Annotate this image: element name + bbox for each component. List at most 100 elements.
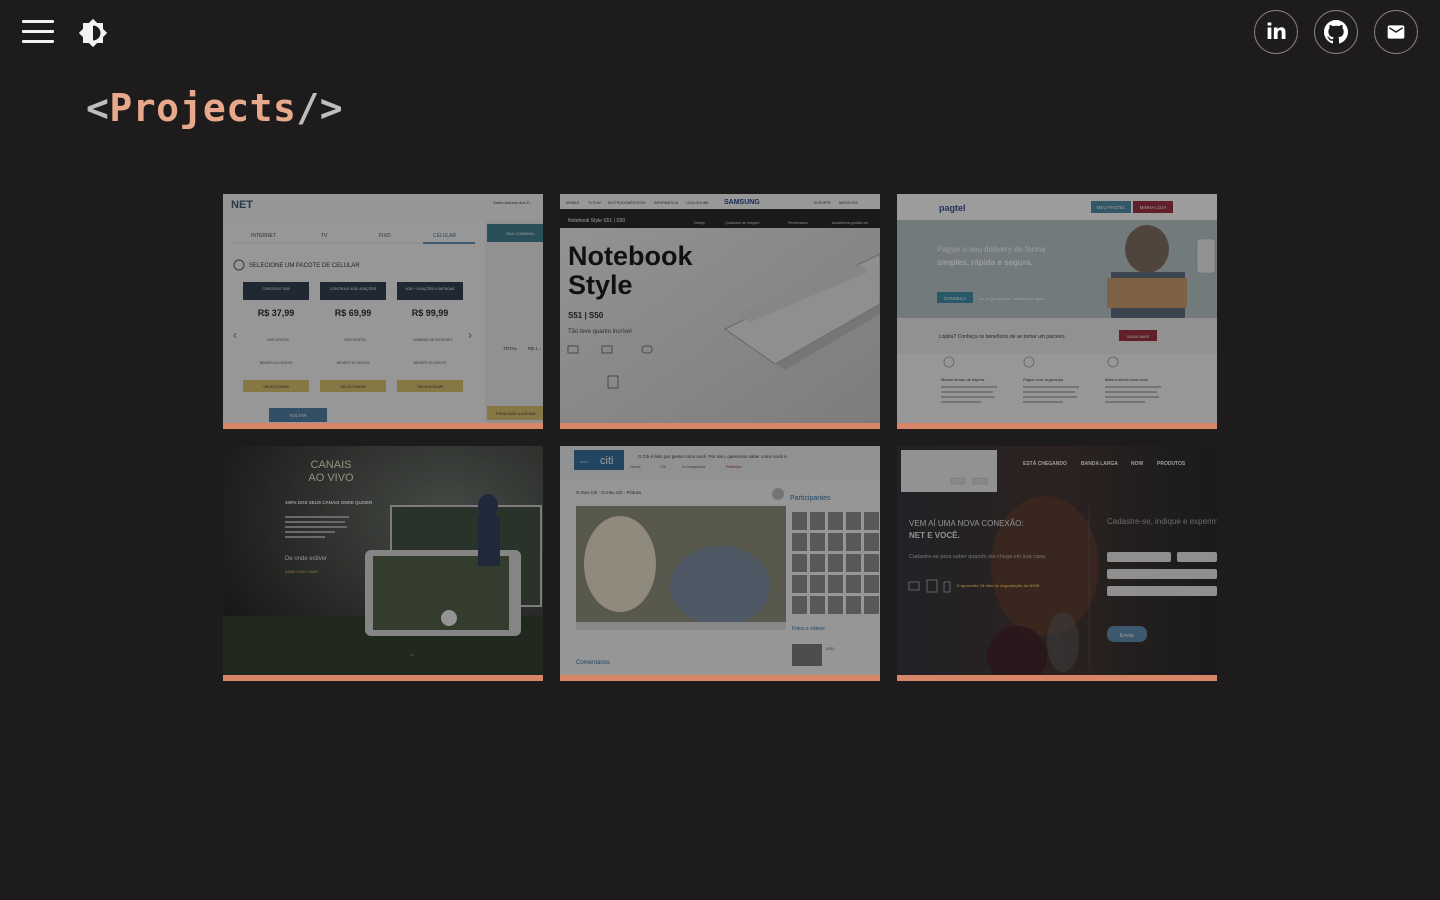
- card-accent-bar: [223, 675, 543, 681]
- svg-text:Pague com segurança: Pague com segurança: [1023, 377, 1064, 382]
- project-card-pagtel[interactable]: pagtel MEU PAGTEL MINHA LOJA Pague o seu…: [897, 194, 1217, 429]
- svg-text:R$ 99,99: R$ 99,99: [412, 308, 449, 318]
- linkedin-button[interactable]: in: [1254, 10, 1298, 54]
- svg-text:FIXO: FIXO: [379, 233, 391, 239]
- svg-text:CONHEÇA: CONHEÇA: [944, 296, 967, 301]
- svg-text:ou, se já conhece, cadastre-se: ou, se já conhece, cadastre-se agora.: [979, 296, 1046, 301]
- svg-text:NOW: NOW: [1131, 461, 1144, 467]
- svg-text:Performance: Performance: [788, 221, 808, 225]
- email-button[interactable]: [1374, 10, 1418, 54]
- svg-text:Assistência gratuita em: Assistência gratuita em: [832, 221, 868, 225]
- title-open-bracket: <: [86, 86, 110, 130]
- svg-text:Enviar: Enviar: [1120, 633, 1135, 639]
- svg-text:Cadastre-se, indique e experim: Cadastre-se, indique e experim...: [1107, 517, 1217, 526]
- svg-text:Menos tempo de espera: Menos tempo de espera: [941, 377, 985, 382]
- svg-text:De onde estiver: De onde estiver: [285, 556, 327, 562]
- project-screenshot: meu citi O Citi é feito por gente como v…: [560, 446, 880, 675]
- svg-text:ELETRODOMÉSTICOS: ELETRODOMÉSTICOS: [608, 200, 646, 205]
- svg-text:citi: citi: [600, 455, 613, 467]
- github-button[interactable]: [1314, 10, 1358, 54]
- svg-text:100% DOS SEUS CANAIS ONDE QUIS: 100% DOS SEUS CANAIS ONDE QUISER: [285, 500, 373, 505]
- svg-text:BENEFÍCIO GRÁTIS: BENEFÍCIO GRÁTIS: [337, 361, 371, 365]
- svg-text:WIFI GRÁTIS: WIFI GRÁTIS: [344, 338, 366, 342]
- svg-text:BANDA LARGA: BANDA LARGA: [1081, 461, 1118, 467]
- svg-text:FINALIZAR A ASSINA...: FINALIZAR A ASSINA...: [496, 411, 539, 416]
- project-screenshot: CANAIS AO VIVO 100% DOS SEUS CANAIS ONDE…: [223, 446, 543, 675]
- project-card-canais-ao-vivo[interactable]: CANAIS AO VIVO 100% DOS SEUS CANAIS ONDE…: [223, 446, 543, 681]
- svg-text:Comentários: Comentários: [576, 660, 610, 666]
- svg-text:SUA COMBINA...: SUA COMBINA...: [506, 231, 537, 236]
- svg-text:SAIBA MAIS: SAIBA MAIS: [1127, 334, 1150, 339]
- svg-text:simples, rápida e segura.: simples, rápida e segura.: [937, 258, 1033, 267]
- project-screenshot: ESTÁ CHEGANDO BANDA LARGA NOW PRODUTOS V…: [897, 446, 1217, 675]
- svg-text:A Campanha: A Campanha: [682, 464, 706, 469]
- svg-text:meu: meu: [580, 459, 588, 464]
- svg-text:R$ 37,99: R$ 37,99: [258, 308, 295, 318]
- svg-text:Design: Design: [694, 221, 705, 225]
- svg-text:R$ 69,99: R$ 69,99: [335, 308, 372, 318]
- svg-text:E aproveite 15 dias de degusta: E aproveite 15 dias de degustação do NOW: [957, 583, 1039, 588]
- project-card-net-celular[interactable]: NET Santo Antonio dos P... INTERNET TV F…: [223, 194, 543, 429]
- svg-text:SELECIONAR: SELECIONAR: [263, 384, 289, 389]
- svg-text:›: ›: [468, 328, 472, 342]
- svg-text:SUPORTE: SUPORTE: [814, 201, 832, 205]
- svg-text:SELECIONE UM PACOTE DE CELULAR: SELECIONE UM PACOTE DE CELULAR: [249, 263, 360, 269]
- svg-text:BENEFÍCIO GRÁTIS: BENEFÍCIO GRÁTIS: [414, 361, 448, 365]
- svg-text:TV E AV: TV E AV: [588, 201, 602, 205]
- card-accent-bar: [560, 423, 880, 429]
- project-screenshot: MOBILE TV E AV ELETRODOMÉSTICOS INFORMÁT…: [560, 194, 880, 423]
- svg-text:Mais conforto para você: Mais conforto para você: [1105, 377, 1148, 382]
- svg-text:TV: TV: [321, 233, 328, 239]
- svg-text:CONTROLE 3GB: CONTROLE 3GB: [262, 287, 290, 291]
- menu-button[interactable]: [20, 18, 56, 46]
- svg-text:SELECIONAR: SELECIONAR: [417, 384, 443, 389]
- svg-text:MOBILE: MOBILE: [566, 201, 580, 205]
- svg-text:NEGÓCIOS: NEGÓCIOS: [839, 200, 859, 205]
- svg-text:O Citi é feito por gente como: O Citi é feito por gente como você. Por …: [638, 454, 788, 459]
- svg-text:Citi: Citi: [660, 464, 666, 469]
- brightness-contrast-icon: [78, 18, 108, 48]
- svg-text:pagtel: pagtel: [939, 203, 966, 213]
- svg-text:MEU PAGTEL: MEU PAGTEL: [1097, 205, 1126, 210]
- svg-text:AO VIVO: AO VIVO: [308, 472, 354, 484]
- svg-text:Fotos e vídeos: Fotos e vídeos: [792, 626, 825, 632]
- svg-text:Lojista? Conheça os benefícios: Lojista? Conheça os benefícios de se tor…: [939, 334, 1066, 340]
- svg-text:VEM AÍ UMA NOVA CONEXÃO:: VEM AÍ UMA NOVA CONEXÃO:: [909, 519, 1024, 528]
- theme-toggle-button[interactable]: [78, 18, 108, 48]
- svg-text:NET E VOCÊ.: NET E VOCÊ.: [909, 531, 960, 540]
- project-card-net-now[interactable]: ESTÁ CHEGANDO BANDA LARGA NOW PRODUTOS V…: [897, 446, 1217, 681]
- svg-text:⌄: ⌄: [409, 649, 416, 658]
- svg-text:S51 | S50: S51 | S50: [568, 311, 604, 320]
- linkedin-icon: in: [1265, 20, 1287, 44]
- svg-text:2011: 2011: [826, 646, 835, 651]
- svg-text:VOLTAR: VOLTAR: [289, 413, 307, 418]
- svg-text:PRODUTOS: PRODUTOS: [1157, 461, 1186, 467]
- project-card-meu-citi[interactable]: meu citi O Citi é feito por gente como v…: [560, 446, 880, 681]
- project-card-samsung[interactable]: MOBILE TV E AV ELETRODOMÉSTICOS INFORMÁT…: [560, 194, 880, 429]
- svg-text:Santo Antonio dos P...: Santo Antonio dos P...: [493, 200, 532, 205]
- svg-text:Participantes: Participantes: [790, 495, 831, 502]
- svg-text:Qualidade de Imagem: Qualidade de Imagem: [725, 221, 760, 225]
- svg-text:‹: ‹: [233, 328, 237, 342]
- svg-text:CELULAR: CELULAR: [433, 233, 456, 239]
- page-title: <Projects/>: [86, 86, 343, 130]
- svg-text:Cadastre-se para saber quando: Cadastre-se para saber quando ela chega …: [909, 554, 1047, 560]
- svg-text:Notebook: Notebook: [568, 241, 693, 271]
- svg-text:Tão leve quanto incrível: Tão leve quanto incrível: [568, 329, 632, 335]
- card-accent-bar: [560, 675, 880, 681]
- project-screenshot: pagtel MEU PAGTEL MINHA LOJA Pague o seu…: [897, 194, 1217, 423]
- card-accent-bar: [897, 675, 1217, 681]
- svg-text:SELECIONAR: SELECIONAR: [340, 384, 366, 389]
- svg-text:SAIBA COMO USAR: SAIBA COMO USAR: [285, 570, 318, 574]
- card-accent-bar: [223, 423, 543, 429]
- github-icon: [1324, 20, 1348, 44]
- svg-text:LOJA ONLINE: LOJA ONLINE: [686, 201, 709, 205]
- svg-text:INTERNET: INTERNET: [251, 233, 276, 239]
- svg-text:NET: NET: [231, 199, 253, 211]
- svg-text:R$ 1...: R$ 1...: [528, 346, 541, 351]
- svg-text:SAMSUNG: SAMSUNG: [724, 199, 760, 206]
- svg-text:TOTAL: TOTAL: [503, 346, 518, 351]
- svg-text:DOMINIO DE INTERNET: DOMINIO DE INTERNET: [413, 338, 454, 342]
- svg-text:MINHA LOJA: MINHA LOJA: [1140, 205, 1167, 210]
- svg-text:WIFI GRÁTIS: WIFI GRÁTIS: [267, 338, 289, 342]
